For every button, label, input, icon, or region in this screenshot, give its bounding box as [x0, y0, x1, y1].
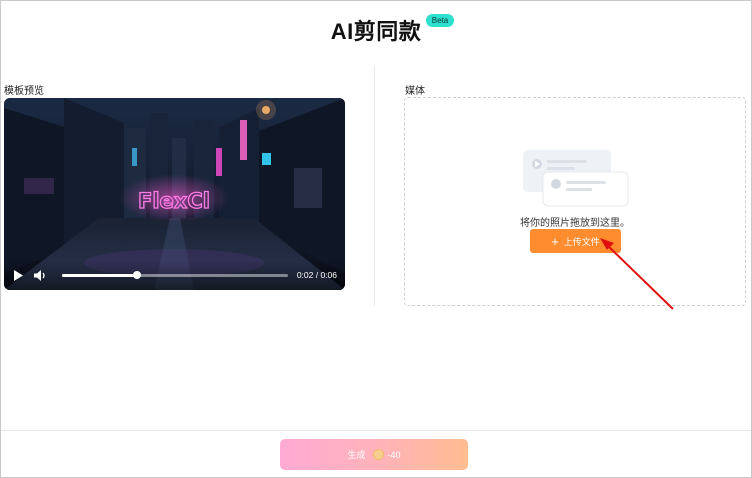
media-placeholder-icon [523, 150, 629, 207]
preview-section-label: 模板预览 [4, 86, 44, 97]
video-progress-knob[interactable] [132, 271, 141, 279]
coin-icon [372, 449, 384, 460]
panel-divider [374, 66, 375, 306]
video-progress-bar[interactable] [62, 271, 288, 279]
generate-button[interactable]: 生成 -40 [280, 439, 468, 470]
volume-icon[interactable] [32, 267, 48, 283]
generate-button-label: 生成 [347, 450, 366, 460]
video-progress-fill [62, 273, 137, 277]
header: AI剪同款 Beta [0, 14, 752, 46]
media-section-label: 媒体 [405, 86, 425, 97]
video-controls: 0:02 / 0:06 [4, 260, 345, 290]
generate-cost: -40 [387, 449, 401, 460]
upload-button-label: 上传文件 [563, 236, 600, 247]
drop-instruction: 将你的照片拖放到这里。 [520, 218, 630, 229]
play-icon[interactable] [10, 267, 26, 283]
neon-sign-text: FlexCl [138, 189, 210, 213]
beta-badge: Beta [425, 14, 455, 27]
upload-file-button[interactable]: + 上传文件 [530, 229, 621, 253]
page-title-text: AI剪同款 [330, 19, 422, 44]
plus-icon: + [551, 233, 559, 249]
video-time: 0:02 / 0:06 [296, 270, 337, 280]
media-dropzone[interactable]: 将你的照片拖放到这里。 + 上传文件 [404, 97, 746, 306]
page-title: AI剪同款 Beta [330, 14, 455, 46]
video-player[interactable]: FlexCl 0:02 / 0:06 [4, 98, 345, 290]
footer-divider [1, 430, 751, 431]
